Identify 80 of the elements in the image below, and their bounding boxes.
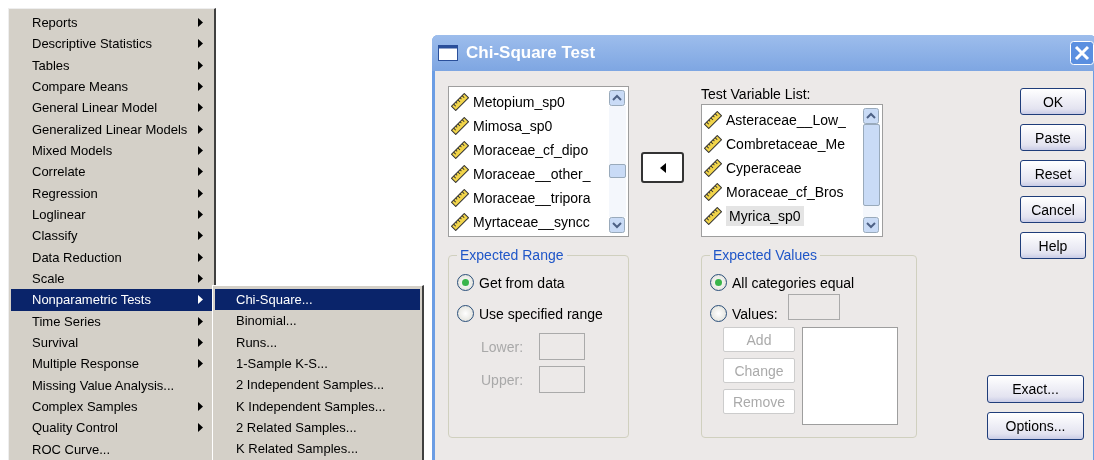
menu-item[interactable]: 1-Sample K-S... [215,353,420,375]
menu-item[interactable]: ROC Curve... [11,438,212,460]
dialog-button[interactable]: OK [1020,88,1086,115]
menu-item[interactable]: Data Reduction [11,246,212,268]
menu-item[interactable]: K Related Samples... [215,438,420,460]
menu-item[interactable]: Mixed Models [11,139,212,162]
menu-item[interactable]: Tables [11,54,212,76]
ruler-icon [451,213,469,231]
radio-option[interactable]: Get from data [457,274,565,291]
list-item[interactable]: Asteraceae__Low_ [704,108,861,132]
list-item[interactable]: Combretaceae_Me [704,132,861,156]
dialog-button[interactable]: Options... [987,412,1084,440]
scrollbar[interactable] [863,105,882,236]
window-title: Chi-Square Test [466,43,597,63]
menu-item[interactable]: Complex Samples [11,395,212,418]
menu-item[interactable]: K Independent Samples... [215,395,420,417]
close-icon[interactable] [1070,41,1094,65]
scrollbar[interactable] [609,87,628,236]
list-item[interactable]: Moraceae__tripora [451,186,607,210]
menu-item[interactable]: Descriptive Statistics [11,33,212,55]
menu-item[interactable]: Classify [11,225,212,247]
menu-item[interactable]: Reports [11,12,212,34]
ruler-icon [451,93,469,111]
group-title: Expected Range [459,247,565,263]
dialog-button[interactable]: Reset [1020,160,1086,187]
list-item[interactable]: Cyperaceae [704,156,861,180]
menu-item[interactable]: Loglinear [11,203,212,226]
menu-item[interactable]: Generalized Linear Models [11,118,212,140]
ruler-icon [451,117,469,135]
menu-item[interactable]: Multiple Response [11,353,212,375]
ruler-icon [451,165,469,183]
ruler-icon [704,159,722,177]
menu-item[interactable]: Runs... [215,331,420,353]
ruler-icon [704,111,722,129]
ruler-icon [704,135,722,153]
radio-option[interactable]: Use specified range [457,305,603,322]
list-item[interactable]: Moraceae__other_ [451,162,607,186]
menu-item[interactable]: Correlate [11,161,212,183]
move-button[interactable] [641,152,684,183]
list-item[interactable]: Moraceae_cf_dipo [451,138,607,162]
menu-item[interactable]: Nonparametric Tests [11,289,212,311]
dialog-button[interactable]: Help [1020,232,1086,259]
dialog-button[interactable]: Paste [1020,124,1086,151]
dialog-button[interactable]: Cancel [1020,196,1086,223]
ruler-icon [704,207,722,225]
menu-item[interactable]: Time Series [11,310,212,332]
list-label: Test Variable List: [701,86,812,104]
menu-item[interactable]: 2 Independent Samples... [215,374,420,396]
list-item[interactable]: Myrtaceae__syncc [451,210,607,234]
menu-item[interactable]: General Linear Model [11,97,212,119]
ruler-icon [451,141,469,159]
list-item[interactable]: Mimosa_sp0 [451,114,607,138]
field-label: Upper: [481,371,525,388]
ruler-icon [451,189,469,207]
scroll-thumb[interactable] [863,124,880,206]
menu-item[interactable]: Chi-Square... [215,289,420,311]
menu-item[interactable]: Binomial... [215,310,420,332]
menu-item[interactable]: Missing Value Analysis... [11,374,212,396]
menu-item[interactable]: Survival [11,331,212,354]
menu-item[interactable]: Scale [11,267,212,290]
menu-item[interactable]: Quality Control [11,417,212,439]
list-item[interactable]: Moraceae_cf_Bros [704,180,861,204]
scroll-down-button[interactable] [863,217,879,233]
left-arrow-icon [659,162,666,173]
menu-item[interactable]: 2 Related Samples... [215,416,420,439]
menu-item[interactable]: Compare Means [11,76,212,98]
radio-option[interactable]: All categories equal [710,274,855,291]
scroll-down-button[interactable] [609,217,625,233]
field-label: Lower: [481,338,525,355]
dialog-button[interactable]: Exact... [987,375,1084,403]
list-item[interactable]: Metopium_sp0 [451,90,607,114]
window-icon [438,45,458,61]
scroll-up-button[interactable] [863,108,879,124]
ruler-icon [704,183,722,201]
radio-option[interactable]: Values: [710,305,778,322]
menu-item[interactable]: Regression [11,182,212,204]
list-item[interactable]: Myrica_sp0 [704,204,861,228]
scroll-up-button[interactable] [609,90,625,106]
group-title: Expected Values [712,247,819,263]
scroll-thumb[interactable] [609,164,626,178]
